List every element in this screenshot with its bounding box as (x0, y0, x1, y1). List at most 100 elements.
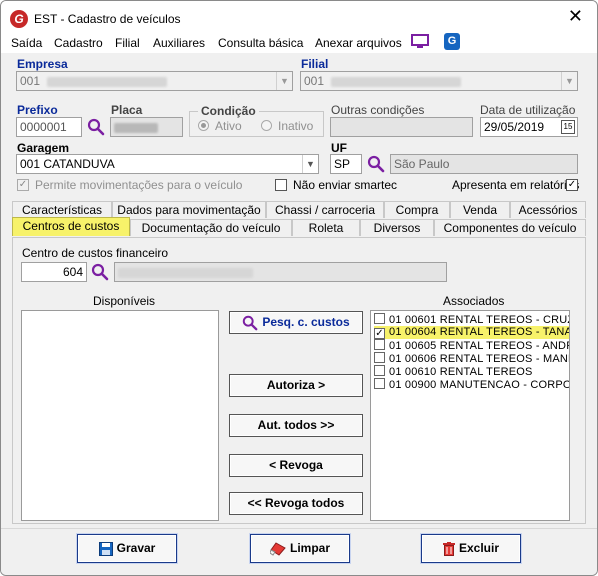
search-icon[interactable] (367, 155, 385, 173)
pesquisa-centro-custos-button[interactable]: Pesq. c. custos (229, 311, 363, 334)
menu-consulta-basica[interactable]: Consulta básica (218, 36, 303, 50)
prefixo-input[interactable]: 0000001 (16, 117, 82, 137)
gravar-button[interactable]: Gravar (77, 534, 177, 563)
revoga-button[interactable]: < Revoga (229, 454, 363, 477)
redacted-text (114, 122, 158, 133)
uf-label: UF (331, 141, 347, 155)
chevron-down-icon[interactable]: ▼ (561, 72, 577, 90)
radio-ativo[interactable] (198, 120, 209, 131)
pesquisa-label: Pesq. c. custos (262, 315, 350, 329)
excluir-button[interactable]: Excluir (421, 534, 521, 563)
list-item-label: 01 00601 RENTAL TEREOS - CRUZ (389, 314, 570, 326)
item-checkbox[interactable] (374, 313, 385, 324)
outras-condicoes-input[interactable] (330, 117, 473, 137)
prefixo-label: Prefixo (17, 103, 58, 117)
limpar-button[interactable]: Limpar (250, 534, 350, 563)
data-utilizacao-label: Data de utilização (480, 103, 576, 117)
empresa-combo[interactable]: 001 ▼ (16, 71, 293, 91)
chevron-down-icon[interactable]: ▼ (276, 72, 292, 90)
item-checkbox[interactable] (374, 339, 385, 350)
centro-custos-input[interactable]: 604 (21, 262, 87, 282)
item-checkbox[interactable] (374, 365, 385, 376)
autoriza-button[interactable]: Autoriza > (229, 374, 363, 397)
item-checkbox[interactable] (374, 378, 385, 389)
list-item[interactable]: 01 00900 MANUTENCAO - CORPOR (374, 378, 570, 391)
title-bar: G EST - Cadastro de veículos ✕ (1, 1, 597, 33)
list-item[interactable]: 01 00606 RENTAL TEREOS - MAND (374, 352, 570, 365)
list-item[interactable]: 01 00601 RENTAL TEREOS - CRUZ (374, 313, 570, 326)
radio-inativo-label: Inativo (278, 119, 314, 133)
list-item[interactable]: 01 00605 RENTAL TEREOS - ANDR (374, 339, 569, 352)
disponiveis-label: Disponíveis (93, 294, 156, 308)
radio-inativo[interactable] (261, 120, 272, 131)
g-app-icon[interactable]: G (444, 33, 460, 50)
garagem-label: Garagem (17, 141, 70, 155)
close-icon[interactable]: ✕ (568, 7, 583, 25)
tab-caracteristicas[interactable]: Características (12, 201, 112, 218)
tab-acessorios[interactable]: Acessórios (510, 201, 586, 218)
menu-bar: Saída Cadastro Filial Auxiliares Consult… (1, 33, 597, 53)
filial-label: Filial (301, 57, 329, 71)
empresa-value: 001 (20, 74, 41, 88)
permite-movimentacoes-label: Permite movimentações para o veículo (35, 178, 243, 192)
menu-auxiliares[interactable]: Auxiliares (153, 36, 205, 50)
filial-value: 001 (304, 74, 325, 88)
redacted-text (331, 76, 462, 87)
list-item-label: 01 00604 RENTAL TEREOS - TANAB (389, 326, 570, 338)
redacted-text (47, 76, 168, 87)
menu-cadastro[interactable]: Cadastro (54, 36, 103, 50)
list-item[interactable]: 01 00610 RENTAL TEREOS (374, 365, 533, 378)
list-item-label: 01 00610 RENTAL TEREOS (389, 366, 533, 378)
nao-enviar-smartec-checkbox[interactable] (275, 179, 287, 191)
tab-documentacao-veiculo[interactable]: Documentação do veículo (130, 219, 292, 236)
empresa-label: Empresa (17, 57, 68, 71)
permite-movimentacoes-checkbox[interactable]: ✓ (17, 179, 29, 191)
list-item-label: 01 00900 MANUTENCAO - CORPOR (389, 379, 570, 391)
apresenta-relatorios-checkbox[interactable]: ✓ (566, 179, 578, 191)
revoga-todos-button[interactable]: << Revoga todos (229, 492, 363, 515)
autoriza-todos-button[interactable]: Aut. todos >> (229, 414, 363, 437)
redacted-text (118, 267, 253, 278)
limpar-label: Limpar (289, 541, 330, 555)
associados-list[interactable]: 01 00601 RENTAL TEREOS - CRUZ ✓ 01 00604 … (370, 310, 570, 521)
uf-input[interactable]: SP (330, 154, 362, 174)
data-utilizacao-input[interactable]: 29/05/2019 15 (480, 117, 578, 137)
disponiveis-list[interactable] (21, 310, 219, 521)
tab-centros-custos[interactable]: Centros de custos (12, 217, 130, 236)
menu-saida[interactable]: Saída (11, 36, 42, 50)
nao-enviar-smartec-label: Não enviar smartec (293, 178, 398, 192)
data-utilizacao-value: 29/05/2019 (484, 120, 545, 134)
tab-diversos[interactable]: Diversos (360, 219, 434, 236)
garagem-combo[interactable]: 001 CATANDUVA ▼ (16, 154, 319, 174)
chevron-down-icon[interactable]: ▼ (302, 155, 318, 173)
condicao-label: Condição (198, 104, 259, 118)
tab-venda[interactable]: Venda (450, 201, 510, 218)
tab-compra[interactable]: Compra (384, 201, 450, 218)
menu-anexar-arquivos[interactable]: Anexar arquivos (315, 36, 402, 50)
item-checkbox[interactable] (374, 352, 385, 363)
window: G EST - Cadastro de veículos ✕ Saída Cad… (0, 0, 598, 576)
uf-name-display: São Paulo (390, 154, 578, 174)
radio-ativo-label: Ativo (215, 119, 242, 133)
item-checkbox[interactable]: ✓ (374, 328, 385, 339)
tab-dados-movimentacao[interactable]: Dados para movimentação (112, 201, 266, 218)
monitor-icon[interactable] (411, 34, 429, 50)
centros-custos-panel: Centro de custos financeiro 604 Disponív… (12, 237, 586, 524)
list-item[interactable]: ✓ 01 00604 RENTAL TEREOS - TANAB (374, 326, 570, 339)
list-item-label: 01 00606 RENTAL TEREOS - MAND (389, 353, 570, 365)
search-icon[interactable] (91, 263, 109, 281)
centro-custos-label: Centro de custos financeiro (22, 246, 169, 260)
tab-roleta[interactable]: Roleta (292, 219, 360, 236)
tab-componentes-veiculo[interactable]: Componentes do veículo (434, 219, 586, 236)
placa-label: Placa (111, 103, 143, 117)
tab-chassi-carroceria[interactable]: Chassi / carroceria (266, 201, 384, 218)
placa-input[interactable] (110, 117, 183, 137)
search-icon (243, 315, 258, 331)
menu-filial[interactable]: Filial (115, 36, 140, 50)
trash-icon (442, 541, 455, 556)
filial-combo[interactable]: 001 ▼ (300, 71, 578, 91)
associados-label: Associados (443, 294, 505, 308)
search-icon[interactable] (87, 118, 105, 136)
centro-custos-name-display (114, 262, 447, 282)
calendar-icon[interactable]: 15 (561, 120, 575, 134)
